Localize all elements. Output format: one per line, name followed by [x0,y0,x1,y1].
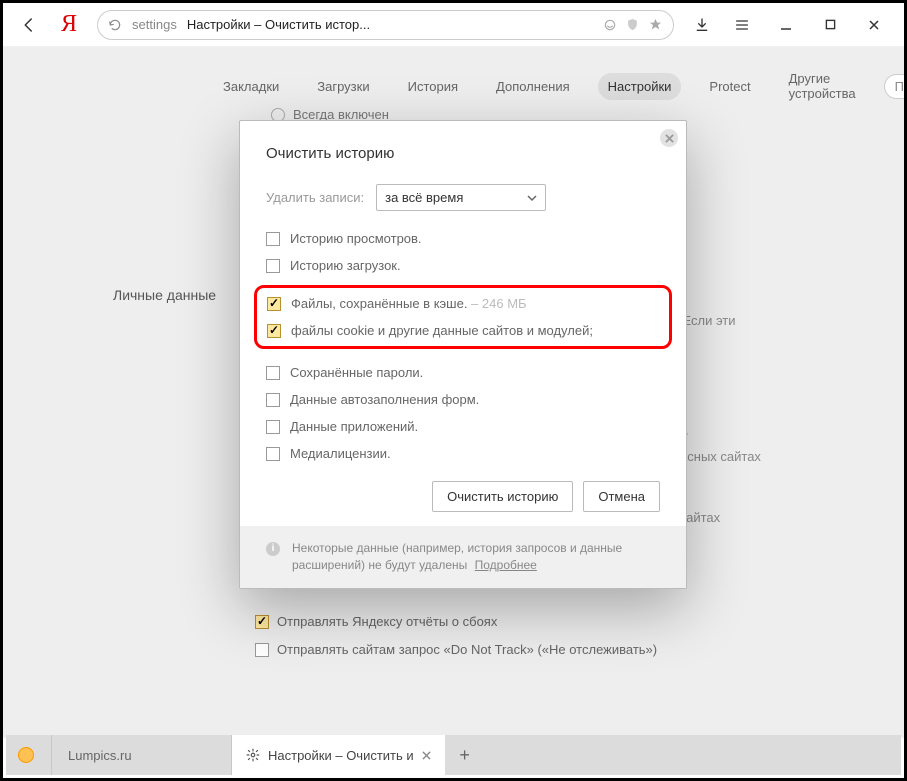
checkbox-icon[interactable] [255,615,269,629]
tab-title: Настройки – Очистить и [268,748,414,763]
clear-options-list: Историю просмотров. Историю загрузок. Фа… [266,231,660,461]
dialog-footer: i Некоторые данные (например, история за… [240,526,686,588]
shield-icon[interactable] [625,17,640,32]
maximize-button[interactable] [808,10,852,40]
tab-lumpics[interactable]: Lumpics.ru [52,735,232,775]
chevron-down-icon [527,193,537,203]
cancel-button[interactable]: Отмена [583,481,660,512]
tab-close-icon[interactable] [422,751,431,760]
browser-toolbar: Я settings Настройки – Очистить истор... [3,3,904,47]
url-prefix: settings [132,17,177,32]
checkbox-icon[interactable] [266,393,280,407]
downloads-button[interactable] [684,10,720,40]
page-title-inline: Настройки – Очистить истор... [187,17,370,32]
address-bar[interactable]: settings Настройки – Очистить истор... [97,10,674,40]
option-autofill[interactable]: Данные автозаполнения форм. [266,392,660,407]
settings-nav-tabs: Закладки Загрузки История Дополнения Нас… [3,65,904,107]
nav-tab-history[interactable]: История [398,73,468,100]
nav-tab-downloads[interactable]: Загрузки [307,73,379,100]
clear-history-dialog: Очистить историю Удалить записи: за всё … [239,120,687,589]
nav-tab-addons[interactable]: Дополнения [486,73,580,100]
crash-reports-label: Отправлять Яндексу отчёты о сбоях [277,614,497,629]
clear-history-button[interactable]: Очистить историю [432,481,573,512]
checkbox-icon[interactable] [266,447,280,461]
checkbox-icon[interactable] [267,324,281,338]
dialog-close-button[interactable] [660,129,678,147]
info-icon: i [266,542,280,556]
checkbox-icon[interactable] [266,232,280,246]
tab-settings-active[interactable]: Настройки – Очистить и [232,735,445,775]
nav-tab-settings[interactable]: Настройки [598,73,682,100]
gear-icon [246,748,260,762]
back-button[interactable] [11,10,47,40]
dnt-label: Отправлять сайтам запрос «Do Not Track» … [277,642,657,657]
pinned-tab[interactable] [6,735,52,775]
delete-records-label: Удалить записи: [266,190,364,205]
option-download-history[interactable]: Историю загрузок. [266,258,660,273]
dropdown-value: за всё время [385,190,463,205]
minimize-button[interactable] [764,10,808,40]
option-cached-files[interactable]: Файлы, сохранённые в кэше. – 246 МБ [267,296,659,311]
nav-tab-bookmarks[interactable]: Закладки [213,73,289,100]
nav-tab-devices[interactable]: Другие устройства [779,65,866,107]
new-tab-button[interactable]: + [445,735,485,775]
option-cookies[interactable]: файлы cookie и другие данные сайтов и мо… [267,323,659,338]
option-passwords[interactable]: Сохранённые пароли. [266,365,660,380]
settings-search[interactable]: Пои [884,74,904,99]
bookmark-star-icon[interactable] [648,17,663,32]
option-media-licenses[interactable]: Медиалицензии. [266,446,660,461]
dialog-title: Очистить историю [266,145,660,162]
checkbox-icon[interactable] [266,259,280,273]
checkbox-icon[interactable] [267,297,281,311]
orange-favicon [18,747,34,763]
nav-tab-protect[interactable]: Protect [699,73,760,100]
footer-text: Некоторые данные (например, история запр… [292,541,622,572]
footer-more-link[interactable]: Подробнее [475,558,537,572]
do-not-track-row[interactable]: Отправлять сайтам запрос «Do Not Track» … [255,642,657,657]
checkbox-icon[interactable] [266,366,280,380]
security-icon[interactable] [603,18,617,32]
checkbox-icon[interactable] [266,420,280,434]
settings-page: Закладки Загрузки История Дополнения Нас… [3,47,904,738]
checkbox-icon[interactable] [255,643,269,657]
option-apps-data[interactable]: Данные приложений. [266,419,660,434]
personal-data-heading: Личные данные [113,287,216,303]
time-range-dropdown[interactable]: за всё время [376,184,546,211]
menu-button[interactable] [724,10,760,40]
option-browsing-history[interactable]: Историю просмотров. [266,231,660,246]
highlighted-options: Файлы, сохранённые в кэше. – 246 МБ файл… [254,285,672,349]
tab-strip: Lumpics.ru Настройки – Очистить и + [6,735,901,775]
close-window-button[interactable] [852,10,896,40]
reload-icon[interactable] [108,18,122,32]
crash-reports-row[interactable]: Отправлять Яндексу отчёты о сбоях [255,614,497,629]
yandex-logo[interactable]: Я [51,11,87,38]
